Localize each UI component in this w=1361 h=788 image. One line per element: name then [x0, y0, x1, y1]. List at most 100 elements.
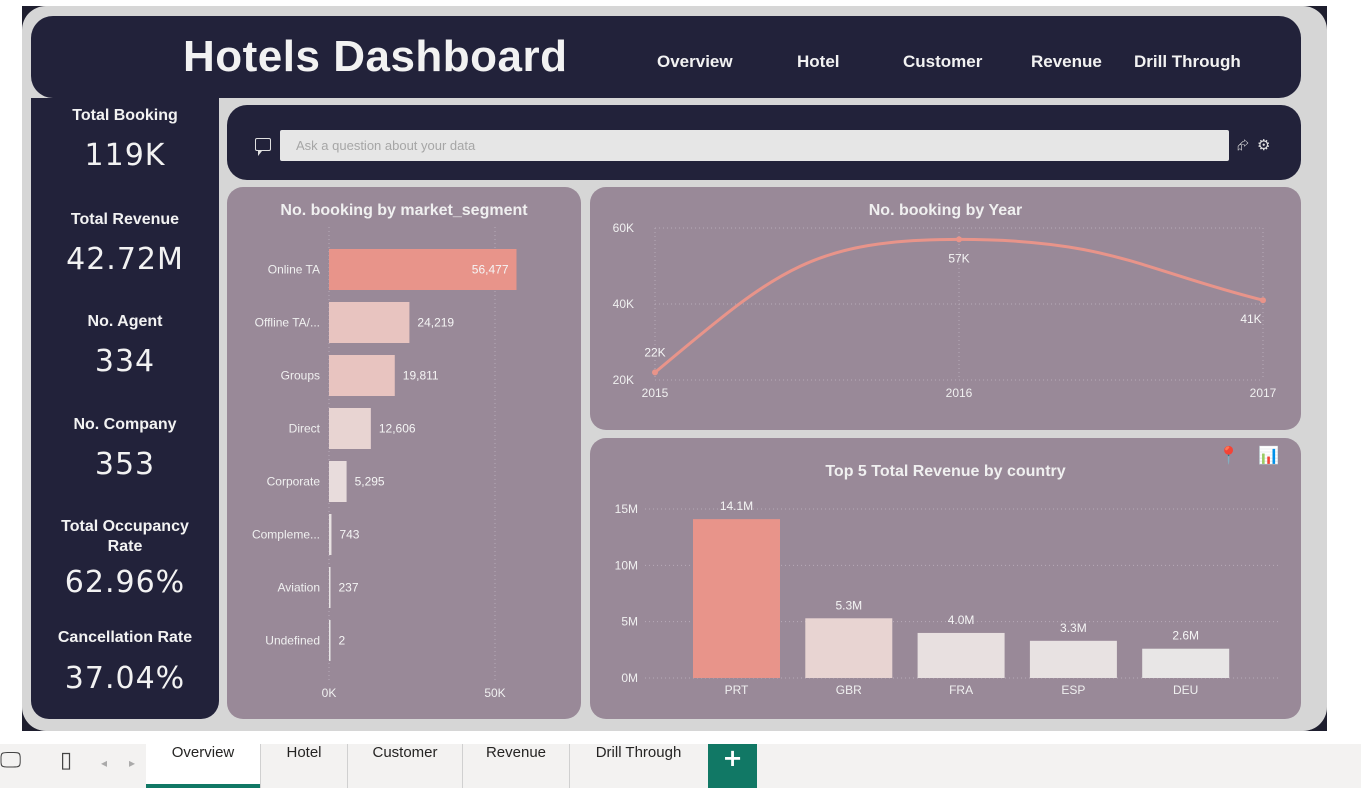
data-label-corporate: 5,295: [355, 475, 385, 489]
x-tick-label: 0K: [322, 686, 337, 700]
data-point-2017: [1260, 297, 1266, 304]
chart-panel-by-year: No. booking by Year 20K 40K 60K 22K 2015 57K 2…: [590, 187, 1301, 430]
nav-button-overview[interactable]: Overview: [657, 52, 733, 72]
bar-gbr: [805, 618, 893, 678]
data-label-deu: 2.6M: [1172, 629, 1199, 643]
x-tick-label-2017: 2017: [1250, 386, 1277, 400]
y-tick-label: 5M: [621, 615, 638, 629]
nav-button-revenue[interactable]: Revenue: [1031, 52, 1102, 72]
tab-drill-through[interactable]: Drill Through: [570, 744, 707, 788]
category-label-esp: ESP: [1061, 683, 1085, 697]
category-label-groups: Groups: [281, 369, 320, 383]
kpi-value-total-occupancy-rate: 62.96%: [64, 565, 186, 600]
bar-aviation: [329, 567, 331, 608]
y-tick-label: 0M: [621, 671, 638, 685]
data-label-gbr: 5.3M: [835, 598, 862, 612]
kpi-value-no-company: 353: [94, 447, 156, 482]
chart-panel-market-segment: No. booking by market_segment 0K 50K Onlin…: [227, 187, 581, 719]
kpi-value-cancellation-rate: 37.04%: [64, 661, 186, 696]
data-label-direct: 12,606: [379, 422, 416, 436]
share-icon[interactable]: ⮳: [1237, 136, 1249, 154]
data-label-2015: 22K: [644, 345, 665, 359]
tab-overview[interactable]: Overview: [146, 744, 261, 788]
category-label-aviation: Aviation: [278, 581, 320, 595]
data-label-2016: 57K: [948, 251, 969, 265]
data-label-undefined: 2: [339, 634, 346, 648]
data-point-2015: [652, 369, 658, 376]
category-label-prt: PRT: [725, 683, 749, 697]
bar-prt: [693, 519, 780, 678]
category-label-compleme: Compleme...: [252, 528, 320, 542]
y-tick-label: 10M: [615, 558, 638, 572]
y-tick-label: 20K: [613, 373, 634, 387]
category-label-online-ta: Online TA: [268, 263, 320, 277]
tab-revenue[interactable]: Revenue: [463, 744, 570, 788]
nav-button-drill-through[interactable]: Drill Through: [1134, 52, 1241, 72]
x-tick-label-2015: 2015: [642, 386, 669, 400]
report-canvas: Hotels Dashboard Overview Hotel Customer…: [22, 6, 1327, 731]
data-label-esp: 3.3M: [1060, 621, 1087, 635]
market-segment-chart: 0K 50K Online TA 56,477 Offline TA/... 24,219…: [252, 227, 517, 700]
kpi-value-total-revenue: 42.72M: [66, 242, 184, 277]
category-label-gbr: GBR: [836, 683, 862, 697]
category-label-corporate: Corporate: [267, 475, 321, 489]
data-label-fra: 4.0M: [948, 613, 975, 627]
data-label-prt: 14.1M: [720, 499, 753, 513]
data-label-offline-ta: 24,219: [417, 316, 454, 330]
tab-customer[interactable]: Customer: [348, 744, 463, 788]
kpi-value-total-booking: 119K: [84, 138, 166, 173]
bar-undefined: [329, 620, 331, 661]
scroll-right-icon[interactable]: ▸: [129, 756, 135, 770]
category-label-undefined: Undefined: [265, 634, 320, 648]
qa-search-input[interactable]: [280, 130, 1229, 161]
gear-icon[interactable]: ⚙: [1257, 136, 1270, 154]
bar-direct: [329, 408, 371, 449]
tab-hotel[interactable]: Hotel: [261, 744, 348, 788]
data-label-aviation: 237: [339, 581, 359, 595]
kpi-label-cancellation-rate: Cancellation Rate: [57, 629, 193, 646]
kpi-label-no-agent: No. Agent: [87, 313, 163, 330]
kpi-value-no-agent: 334: [94, 344, 156, 379]
booking-by-year-chart: 20K 40K 60K 22K 2015 57K 2016 41K 2017: [613, 221, 1277, 400]
header-bar: Hotels Dashboard Overview Hotel Customer…: [31, 16, 1301, 98]
chart-title-market-segment: No. booking by market_segment: [280, 202, 528, 219]
category-label-direct: Direct: [289, 422, 321, 436]
chart-title-by-year: No. booking by Year: [868, 202, 1023, 219]
bar-groups: [329, 355, 395, 396]
bar-corporate: [329, 461, 347, 502]
add-page-button[interactable]: +: [708, 744, 757, 788]
page-tab-bar: 🖵 ▯ ◂ ▸ Overview Hotel Customer Revenue …: [0, 744, 1361, 788]
data-label-online-ta: 56,477: [472, 263, 509, 277]
qa-visual: ⮳ ⚙: [227, 105, 1301, 180]
y-tick-label: 15M: [615, 502, 638, 516]
desktop-view-icon[interactable]: 🖵: [0, 748, 21, 773]
data-label-groups: 19,811: [403, 369, 439, 383]
mobile-view-icon[interactable]: ▯: [60, 748, 72, 773]
data-label-compleme: 743: [339, 528, 359, 542]
bar-compleme: [329, 514, 332, 555]
nav-button-customer[interactable]: Customer: [903, 52, 982, 72]
page-title: Hotels Dashboard: [183, 32, 568, 81]
report-frame: Hotels Dashboard Overview Hotel Customer…: [22, 6, 1327, 731]
chat-icon: [255, 138, 271, 156]
kpi-label-total-booking: Total Booking: [72, 107, 178, 124]
data-label-2017: 41K: [1240, 312, 1261, 326]
scroll-left-icon[interactable]: ◂: [101, 756, 107, 770]
bar-esp: [1029, 640, 1117, 678]
x-tick-label: 50K: [484, 686, 505, 700]
chart-title-revenue-country: Top 5 Total Revenue by country: [825, 463, 1066, 480]
y-tick-label: 40K: [613, 297, 634, 311]
y-tick-label: 60K: [613, 221, 634, 235]
x-tick-label-2016: 2016: [946, 386, 973, 400]
data-point-2016: [956, 236, 962, 243]
bar-fra: [917, 632, 1005, 678]
kpi-label-no-company: No. Company: [73, 416, 177, 433]
chart-panel-revenue-country: 📍 📊 Top 5 Total Revenue by country 0M 5M 1…: [590, 438, 1301, 719]
kpi-sidebar: Total Booking 119K Total Revenue 42.72M …: [31, 98, 219, 719]
kpi-label-total-occupancy-rate: Total Occupancy Rate: [61, 518, 189, 555]
bar-deu: [1142, 648, 1230, 678]
category-label-offline-ta: Offline TA/...: [255, 316, 320, 330]
category-label-fra: FRA: [949, 683, 973, 697]
nav-button-hotel[interactable]: Hotel: [797, 52, 840, 72]
kpi-label-total-revenue: Total Revenue: [70, 211, 180, 228]
